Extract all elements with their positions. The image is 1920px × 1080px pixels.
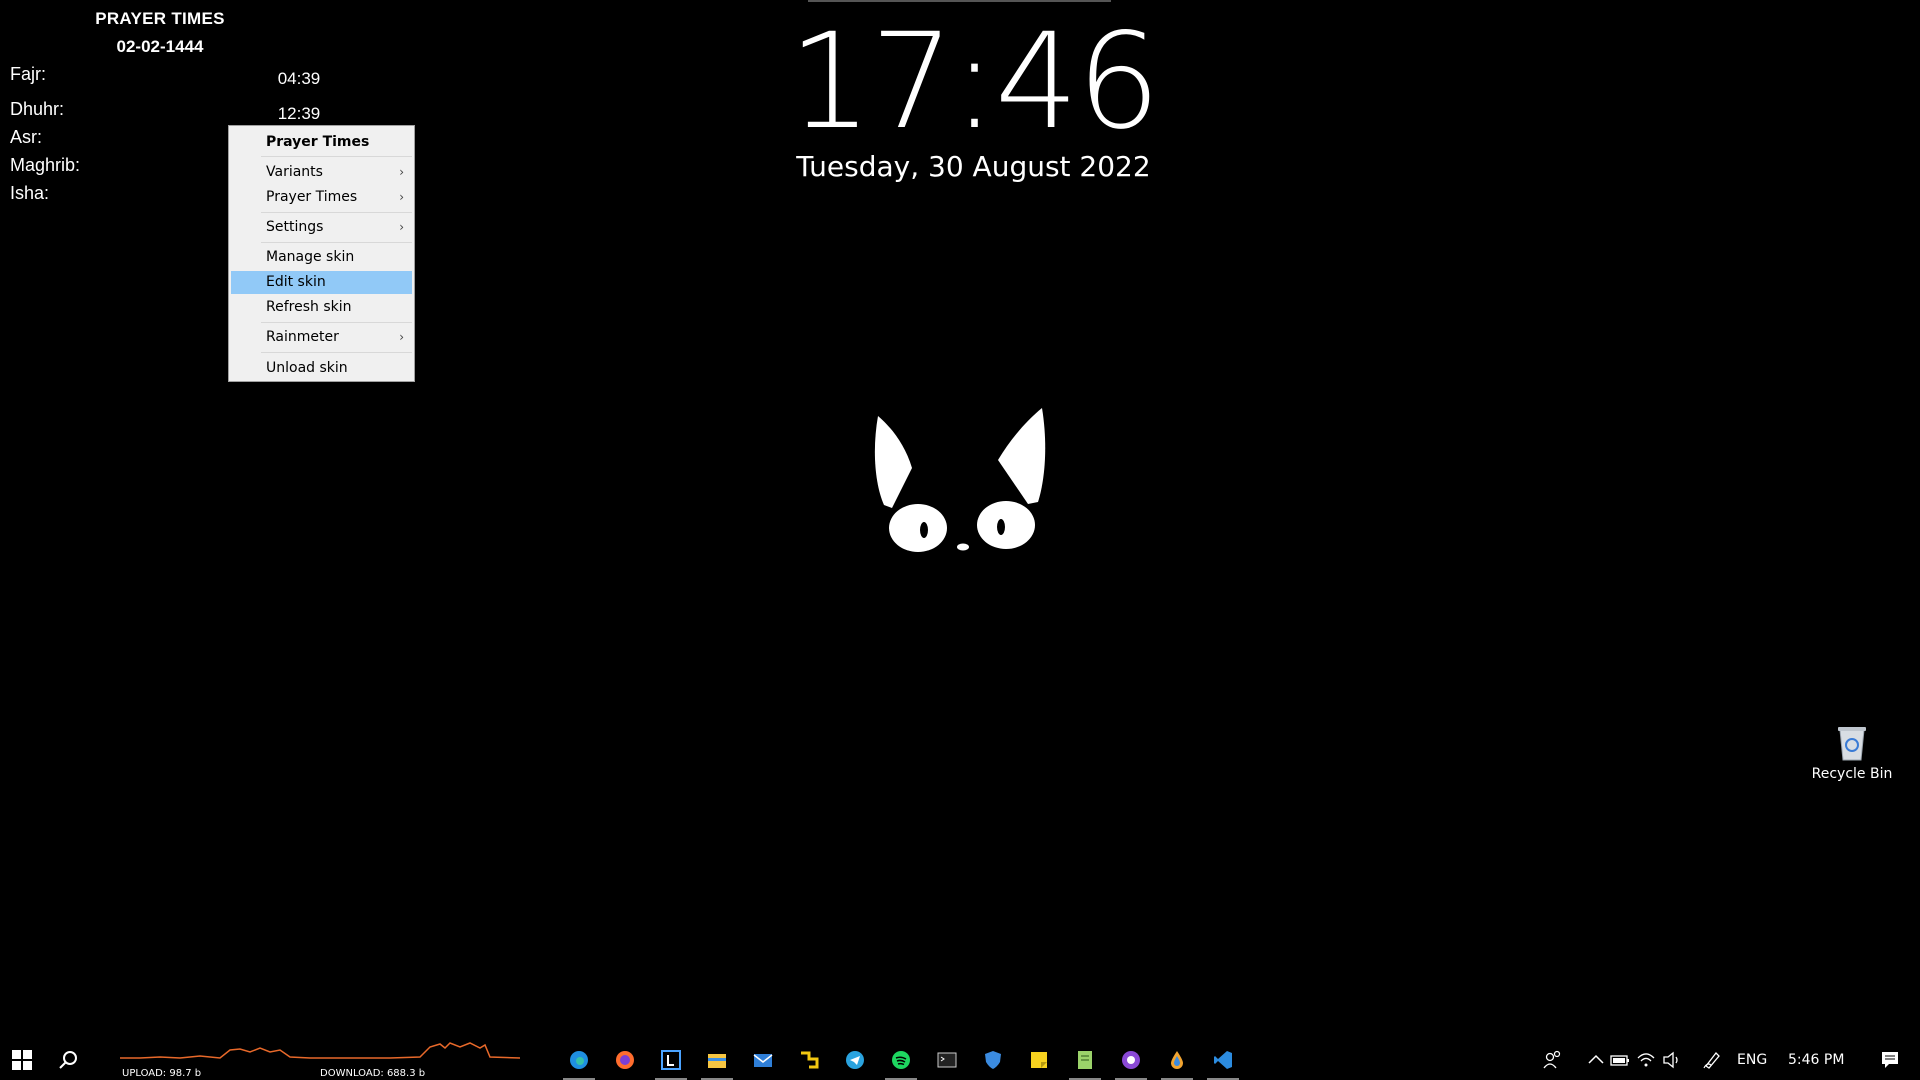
chevron-right-icon: › [399, 190, 404, 204]
menu-separator [261, 242, 412, 243]
language-indicator[interactable]: ENG [1737, 1052, 1767, 1068]
prayer-row-dhuhr: Dhuhr: 12:39 [10, 99, 330, 123]
taskbar-clock[interactable]: 5:46 PM [1788, 1052, 1844, 1068]
prayer-time: 04:39 [277, 69, 321, 88]
taskbar-app-drop[interactable] [1155, 1040, 1199, 1080]
menu-item-label: Rainmeter [266, 329, 339, 345]
shield-app-icon [985, 1051, 1001, 1069]
taskbar-app-shield[interactable] [971, 1040, 1015, 1080]
menu-item-unload-skin[interactable]: Unload skin [231, 357, 412, 380]
taskbar-app-mail[interactable] [741, 1040, 785, 1080]
mail-icon [753, 1054, 773, 1067]
taskbar-app-vscode[interactable] [1201, 1040, 1245, 1080]
spotify-icon [892, 1051, 910, 1069]
taskbar-app-yellow[interactable] [787, 1040, 831, 1080]
taskbar-app-notepad[interactable] [1063, 1040, 1107, 1080]
menu-item-label: Unload skin [266, 360, 348, 376]
menu-separator [261, 212, 412, 213]
network-graph [120, 1042, 520, 1059]
menu-item-rainmeter[interactable]: Rainmeter › [231, 326, 412, 349]
bracket-app-icon [661, 1050, 681, 1070]
windows-logo-icon [12, 1050, 32, 1070]
notepad-icon [1078, 1051, 1092, 1069]
chevron-right-icon: › [399, 220, 404, 234]
menu-item-label: Manage skin [266, 249, 355, 265]
telegram-icon [846, 1051, 864, 1069]
drop-app-icon [1171, 1051, 1183, 1069]
menu-item-variants[interactable]: Variants › [231, 161, 412, 184]
taskbar-app-sticky-notes[interactable] [1017, 1040, 1061, 1080]
search-icon [59, 1051, 77, 1069]
recycle-bin[interactable]: Recycle Bin [1800, 718, 1904, 788]
notification-icon [1882, 1052, 1898, 1068]
menu-header: Prayer Times [266, 134, 370, 150]
download-speed-label: DOWNLOAD: 688.3 b [320, 1068, 426, 1079]
clock-time: 17:46 [788, 5, 1160, 159]
recycle-bin-label: Recycle Bin [1811, 766, 1893, 782]
taskbar: UPLOAD: 98.7 b DOWNLOAD: 688.3 b ENG 5:4… [0, 1040, 1920, 1080]
menu-item-label: Refresh skin [266, 299, 352, 315]
firefox-icon [616, 1051, 634, 1069]
github-desktop-icon [1122, 1051, 1140, 1069]
menu-item-label: Edit skin [266, 274, 326, 290]
prayer-name: Fajr: [10, 64, 46, 84]
file-explorer-icon [708, 1054, 726, 1068]
sticky-notes-icon [1031, 1052, 1047, 1068]
people-button[interactable] [1530, 1040, 1574, 1080]
upload-speed-label: UPLOAD: 98.7 b [122, 1068, 202, 1079]
taskbar-app-edge[interactable] [557, 1040, 601, 1080]
menu-item-label: Settings [266, 219, 324, 235]
menu-item-prayer-times[interactable]: Prayer Times › [231, 186, 412, 209]
taskbar-app-telegram[interactable] [833, 1040, 877, 1080]
clock-date: Tuesday, 30 August 2022 [796, 150, 1151, 183]
pen-icon [1703, 1052, 1720, 1069]
start-button[interactable] [0, 1040, 44, 1080]
widget-hijri-date: 02-02-1444 [116, 37, 204, 56]
vscode-icon [1214, 1051, 1232, 1069]
context-menu: Prayer Times Variants › Prayer Times › S… [228, 125, 415, 382]
pen-workspace-button[interactable] [1690, 1040, 1734, 1080]
taskbar-app-spotify[interactable] [879, 1040, 923, 1080]
terminal-icon [937, 1052, 957, 1068]
menu-item-edit-skin[interactable]: Edit skin [231, 271, 412, 294]
menu-item-refresh-skin[interactable]: Refresh skin [231, 296, 412, 319]
cat-face-wallpaper [870, 400, 1050, 560]
taskbar-app-file-explorer[interactable] [695, 1040, 739, 1080]
people-icon [1543, 1050, 1561, 1069]
prayer-row-fajr: Fajr: 04:39 [10, 64, 330, 88]
taskbar-app-github-desktop[interactable] [1109, 1040, 1153, 1080]
chevron-right-icon: › [399, 330, 404, 344]
menu-item-settings[interactable]: Settings › [231, 216, 412, 239]
menu-item-manage-skin[interactable]: Manage skin [231, 246, 412, 269]
edge-icon [570, 1051, 588, 1069]
top-divider [808, 0, 1111, 2]
prayer-name: Maghrib: [10, 155, 81, 175]
menu-separator [261, 352, 412, 353]
app-icon [801, 1051, 819, 1069]
prayer-time: 12:39 [277, 104, 321, 123]
menu-item-label: Variants [266, 164, 323, 180]
widget-title: PRAYER TIMES [95, 9, 225, 28]
taskbar-app-terminal[interactable] [925, 1040, 969, 1080]
speaker-icon [1663, 1051, 1678, 1069]
menu-separator [261, 322, 412, 323]
menu-item-label: Prayer Times [266, 189, 358, 205]
prayer-name: Isha: [10, 183, 50, 203]
chevron-right-icon: › [399, 165, 404, 179]
volume-button[interactable] [1650, 1040, 1694, 1080]
taskbar-app-firefox[interactable] [603, 1040, 647, 1080]
search-button[interactable] [46, 1040, 90, 1080]
action-center-button[interactable] [1868, 1040, 1912, 1080]
prayer-name: Dhuhr: [10, 99, 65, 119]
recycle-bin-icon [1838, 727, 1866, 761]
menu-separator [261, 156, 412, 157]
taskbar-app-bracket[interactable] [649, 1040, 693, 1080]
prayer-name: Asr: [10, 127, 43, 147]
